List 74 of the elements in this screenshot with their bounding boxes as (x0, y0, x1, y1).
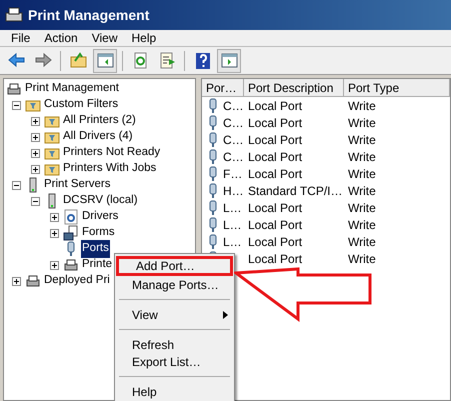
menu-item[interactable]: File (4, 29, 38, 47)
table-cell-text: L… (223, 200, 242, 216)
menu-item[interactable]: Manage Ports… (115, 276, 234, 293)
table-cell: Write (348, 98, 376, 112)
tree-item[interactable]: All Drivers (4) (62, 128, 134, 146)
pane-icon[interactable] (217, 48, 241, 72)
table-cell: Local Port (248, 150, 302, 164)
column-header[interactable]: Port Description (244, 79, 344, 97)
table-cell: Write (348, 252, 376, 266)
tree-item[interactable]: DCSRV (local) (62, 192, 139, 210)
menu-item[interactable]: Help (115, 383, 234, 400)
table-cell: Write (348, 200, 376, 214)
table-cell: Local Port (248, 218, 302, 232)
column-header[interactable]: Port Type (344, 79, 450, 97)
table-cell: Local Port (248, 252, 302, 266)
forms-icon (63, 225, 79, 241)
tree-item[interactable]: Print Servers (43, 176, 112, 194)
tree-item[interactable]: Printers Not Ready (62, 144, 162, 162)
printer-icon (6, 81, 22, 97)
menu-item[interactable]: Refresh (115, 336, 234, 353)
table-cell: Local Port (248, 166, 302, 180)
table-cell-text: H… (223, 182, 244, 200)
expander-icon[interactable] (31, 148, 40, 158)
expander-icon[interactable] (31, 116, 40, 126)
table-cell-text: C… (223, 98, 244, 114)
menu-item[interactable]: View (84, 29, 124, 47)
table-cell-text: C… (223, 132, 244, 148)
table-cell: Write (348, 234, 376, 248)
window-title: Print Management (28, 6, 150, 25)
table-cell: Standard TCP/I… (248, 184, 342, 198)
expander-icon[interactable] (12, 180, 21, 190)
expander-icon[interactable] (50, 260, 59, 270)
menu-item[interactable]: Export List… (115, 353, 234, 370)
menu-item[interactable]: Help (124, 29, 164, 47)
table-cell: Write (348, 116, 376, 130)
table-cell-text: L… (223, 234, 242, 250)
printer-icon (63, 257, 79, 273)
expander-icon[interactable] (12, 100, 21, 110)
expander-icon[interactable] (50, 228, 59, 238)
expander-icon[interactable] (12, 276, 21, 286)
expander-icon[interactable] (31, 164, 40, 174)
table-cell: Local Port (248, 98, 302, 112)
table-cell-text: F… (223, 166, 242, 182)
table-cell: Write (348, 132, 376, 146)
table-cell: Write (348, 166, 376, 180)
expander-icon[interactable] (50, 212, 59, 222)
tree-item[interactable]: Deployed Pri (43, 272, 111, 290)
table-cell: Local Port (248, 234, 302, 248)
tree-item[interactable]: All Printers (2) (62, 112, 137, 130)
table-cell: Write (348, 184, 376, 198)
table-cell: Write (348, 218, 376, 232)
expander-icon[interactable] (31, 132, 40, 142)
tree-item[interactable]: Print Management (24, 80, 120, 98)
tree-item[interactable]: Ports (81, 240, 110, 258)
tree-item[interactable]: Printe (81, 256, 114, 274)
table-cell: Local Port (248, 116, 302, 130)
column-header[interactable]: Por… (202, 79, 244, 97)
tree-item[interactable]: Forms (81, 224, 116, 242)
expander-icon[interactable] (31, 196, 40, 206)
pane-icon[interactable] (93, 48, 117, 72)
tree-item[interactable]: Drivers (81, 208, 120, 226)
printer-icon (25, 273, 41, 289)
menu-item[interactable]: View (115, 306, 234, 323)
tree-item[interactable]: Custom Filters (43, 96, 120, 114)
table-cell: Local Port (248, 200, 302, 214)
menu-item[interactable]: Action (37, 29, 85, 47)
table-cell: Write (348, 150, 376, 164)
table-cell-text: C… (223, 114, 244, 132)
tree-item[interactable]: Printers With Jobs (62, 160, 158, 178)
submenu-arrow-icon (223, 310, 228, 318)
table-cell: Local Port (248, 132, 302, 146)
menu-item[interactable]: Add Port… (116, 256, 233, 276)
table-cell-text: C… (223, 148, 244, 166)
table-cell-text: L… (223, 216, 242, 234)
